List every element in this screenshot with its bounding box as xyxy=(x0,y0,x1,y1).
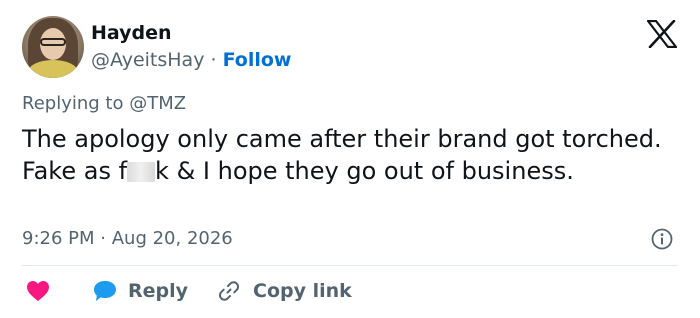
author-handle-row: @AyeitsHay · Follow xyxy=(91,49,292,71)
replying-to: Replying to @TMZ xyxy=(22,93,186,114)
divider xyxy=(22,265,678,266)
reply-button[interactable]: Reply xyxy=(92,276,188,306)
x-logo-icon[interactable] xyxy=(647,20,677,48)
censor-blur xyxy=(127,162,156,182)
heart-icon xyxy=(27,281,49,301)
timestamp-separator: · xyxy=(100,228,106,249)
speech-bubble-icon xyxy=(94,281,116,301)
reply-label: Reply xyxy=(128,280,189,302)
author-handle[interactable]: @AyeitsHay xyxy=(91,49,204,71)
handle-separator: · xyxy=(210,49,217,71)
timestamp-time: 9:26 PM xyxy=(22,228,95,249)
link-icon xyxy=(218,281,240,301)
timestamp[interactable]: 9:26 PM · Aug 20, 2026 xyxy=(22,228,233,249)
replying-prefix: Replying to xyxy=(22,93,124,114)
timestamp-date: Aug 20, 2026 xyxy=(111,228,233,249)
tweet-text-part-2: k & I hope they go out of business. xyxy=(155,157,574,185)
tweet-text: The apology only came after their brand … xyxy=(22,123,662,187)
action-bar: Reply Copy link xyxy=(22,276,682,306)
tweet-card: Hayden @AyeitsHay · Follow Replying to @… xyxy=(0,0,700,318)
info-icon[interactable] xyxy=(651,228,673,250)
avatar[interactable] xyxy=(22,16,84,78)
replying-mention[interactable]: @TMZ xyxy=(129,93,186,114)
copy-link-label: Copy link xyxy=(253,280,352,302)
like-button[interactable] xyxy=(26,276,50,306)
author-name[interactable]: Hayden xyxy=(91,22,172,44)
copy-link-button[interactable]: Copy link xyxy=(217,276,352,306)
follow-button[interactable]: Follow xyxy=(223,49,292,71)
